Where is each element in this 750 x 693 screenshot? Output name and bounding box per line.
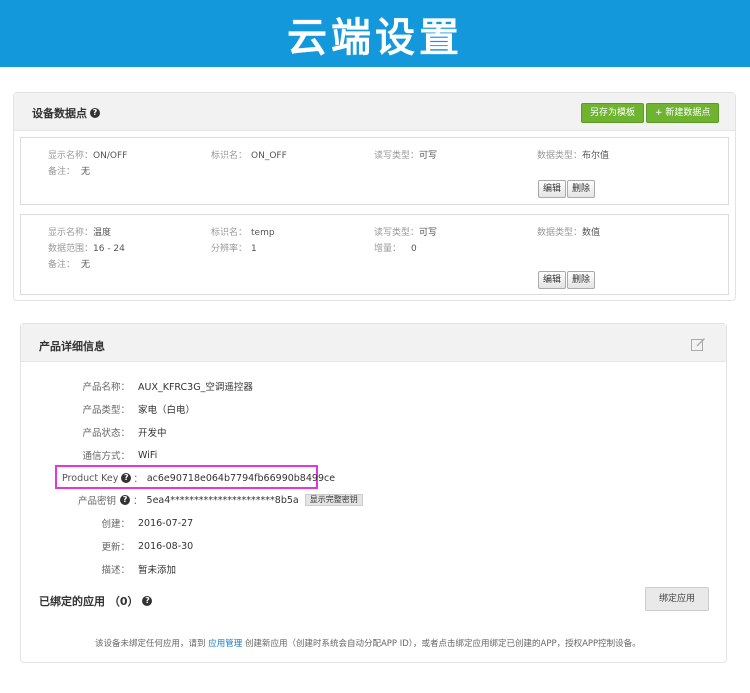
help-icon[interactable]: ?	[121, 473, 132, 483]
bound-apps-note: 该设备未绑定任何应用，请到 应用管理 创建新应用（创建时系统会自动分配APP I…	[95, 639, 641, 649]
identifier-field: 标识名： temp	[211, 228, 275, 238]
datapoints-panel: 设备数据点 ? 另存为模板 + 新建数据点 显示名称：ON/OFF 标识名： ON…	[13, 92, 736, 301]
help-icon[interactable]: ?	[142, 596, 153, 606]
display-name-field: 显示名称：温度	[48, 228, 112, 238]
product-name-row: 产品名称： AUX_KFRC3G_空调遥控器	[82, 382, 253, 393]
product-type-row: 产品类型： 家电（白电）	[82, 405, 196, 416]
range-field: 数据范围：16 - 24	[48, 244, 125, 254]
rw-type-field: 读写类型：可写	[374, 228, 438, 238]
product-details-header: 产品详细信息	[21, 324, 726, 362]
description-row: 描述： 暂未添加	[101, 565, 177, 576]
datapoints-title-text: 设备数据点	[32, 107, 87, 120]
updated-row: 更新： 2016-08-30	[101, 540, 194, 554]
product-secret-value: 5ea4**********************8b5a	[146, 494, 299, 506]
show-full-secret-button[interactable]: 显示完整密钥	[304, 494, 363, 506]
help-icon[interactable]: ?	[120, 495, 131, 505]
data-type-field: 数据类型：布尔值	[537, 151, 610, 161]
note-field: 备注：无	[48, 167, 91, 177]
bound-apps-title: 已绑定的应用 （0） ?	[39, 593, 153, 609]
created-row: 创建： 2016-07-27	[101, 517, 194, 531]
increment-field: 增量： 0	[374, 244, 417, 254]
display-name-field: 显示名称：ON/OFF	[48, 151, 128, 161]
help-icon[interactable]: ?	[90, 108, 100, 118]
product-secret-row: 产品密钥 ? ： 5ea4**********************8b5a …	[78, 493, 363, 507]
edit-button[interactable]: 编辑	[538, 180, 567, 198]
bind-app-button[interactable]: 绑定应用	[645, 587, 709, 611]
datapoints-title: 设备数据点 ?	[32, 105, 100, 121]
save-template-button[interactable]: 另存为模板	[581, 103, 645, 123]
note-field: 备注：无	[48, 260, 91, 270]
edit-icon[interactable]	[690, 336, 706, 352]
rw-type-field: 读写类型：可写	[374, 151, 438, 161]
identifier-field: 标识名： ON_OFF	[211, 151, 287, 161]
new-datapoint-button[interactable]: + 新建数据点	[646, 103, 720, 123]
product-key-value[interactable]: ac6e90718e064b7794fb66990b8499ce	[147, 473, 335, 484]
header-banner: 云端设置	[0, 0, 750, 67]
edit-button[interactable]: 编辑	[538, 271, 567, 289]
comm-method-row: 通信方式： WiFi	[82, 449, 158, 463]
product-key-row: Product Key ? ： ac6e90718e064b7794fb6699…	[62, 472, 336, 486]
data-type-field: 数据类型：数值	[537, 228, 601, 238]
delete-button[interactable]: 删除	[567, 271, 596, 289]
banner-title: 云端设置	[287, 14, 463, 61]
product-details-title: 产品详细信息	[39, 340, 105, 353]
resolution-field: 分辨率： 1	[211, 244, 257, 254]
product-secret-label: 产品密钥	[78, 496, 117, 507]
product-status-row: 产品状态： 开发中	[82, 428, 167, 439]
app-management-link[interactable]: 应用管理	[208, 639, 242, 649]
datapoint-card: 显示名称：温度 标识名： temp 读写类型：可写 数据类型：数值 数据范围：16…	[20, 214, 729, 295]
product-key-label: Product Key	[62, 472, 119, 484]
datapoints-header: 设备数据点 ? 另存为模板 + 新建数据点	[14, 93, 735, 131]
delete-button[interactable]: 删除	[567, 180, 596, 198]
datapoint-card: 显示名称：ON/OFF 标识名： ON_OFF 读写类型：可写 数据类型：布尔值 …	[20, 137, 729, 205]
